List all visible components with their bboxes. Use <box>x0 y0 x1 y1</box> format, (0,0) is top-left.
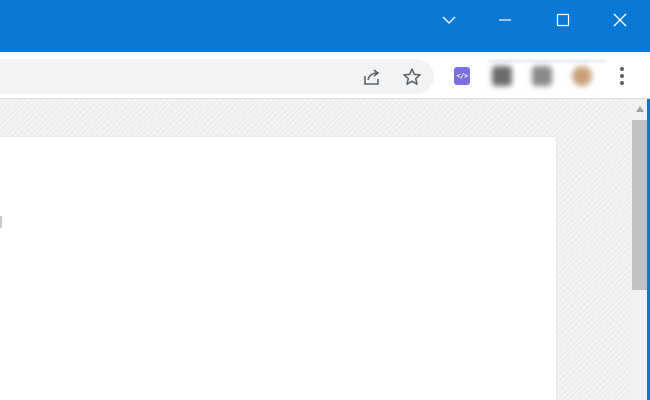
scroll-up-arrow-icon <box>636 106 644 112</box>
address-bar[interactable] <box>0 59 434 94</box>
more-vertical-icon <box>620 67 624 71</box>
profile-avatar-icon <box>572 66 592 86</box>
page-margin-mark <box>0 216 2 228</box>
code-extension-button[interactable]: </> <box>451 65 473 87</box>
code-extension-icon: </> <box>454 67 470 85</box>
title-bar <box>0 0 650 52</box>
close-icon <box>613 13 627 27</box>
maximize-button[interactable] <box>540 0 586 40</box>
page-content <box>0 99 630 400</box>
chevron-down-icon <box>442 16 456 24</box>
document-page <box>0 137 556 400</box>
browser-toolbar: </> <box>0 52 650 99</box>
bookmark-button[interactable] <box>402 67 422 87</box>
minimize-button[interactable] <box>482 0 528 40</box>
blurred-extension-icon <box>492 66 512 86</box>
share-button[interactable] <box>362 67 382 87</box>
star-icon <box>403 68 421 85</box>
scroll-thumb[interactable] <box>632 120 648 290</box>
extension-strip-divider <box>488 60 606 62</box>
blurred-extension-icon <box>532 66 552 86</box>
maximize-icon <box>556 13 570 27</box>
more-menu-button[interactable] <box>612 65 632 87</box>
extension-button[interactable] <box>531 65 553 87</box>
tab-search-button[interactable] <box>426 0 472 40</box>
share-icon <box>364 69 380 85</box>
close-button[interactable] <box>597 0 643 40</box>
minimize-icon <box>499 19 511 21</box>
profile-button[interactable] <box>571 65 593 87</box>
extension-button[interactable] <box>491 65 513 87</box>
